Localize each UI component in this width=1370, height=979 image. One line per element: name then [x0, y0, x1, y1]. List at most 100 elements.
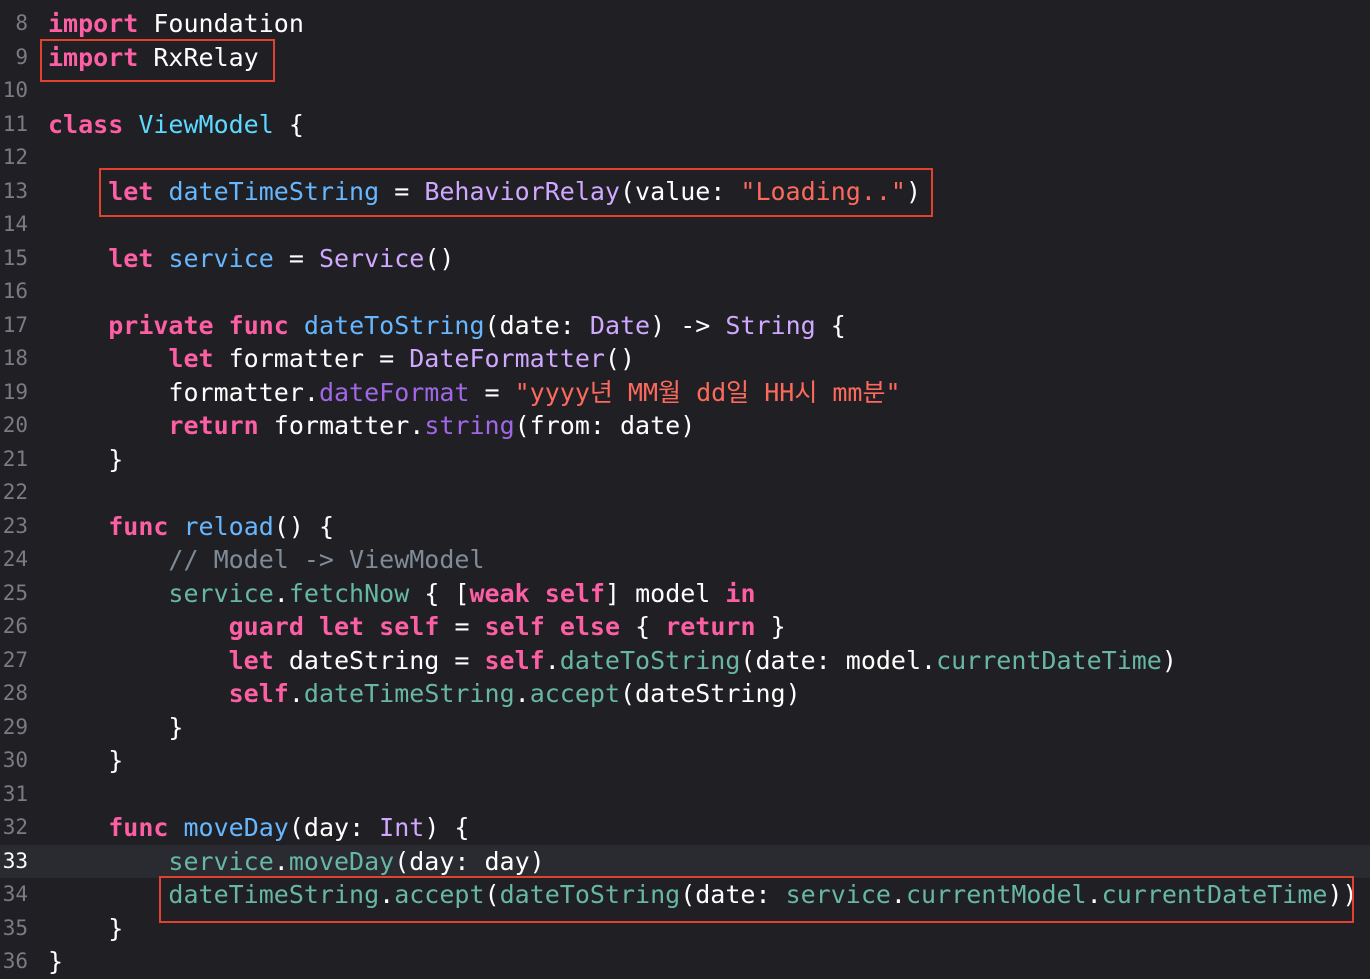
code-line-20[interactable]: 20 return formatter.string(from: date) [0, 409, 1370, 443]
code-text: private func dateToString(date: Date) ->… [48, 309, 846, 343]
code-line-14[interactable]: 14 [0, 208, 1370, 242]
line-number: 25 [2, 580, 28, 605]
line-number: 24 [2, 547, 28, 571]
code-line-22[interactable]: 22 [0, 476, 1370, 510]
code-line-13[interactable]: 13 let dateTimeString = BehaviorRelay(va… [0, 175, 1370, 209]
code-token: (from: date) [514, 411, 696, 440]
code-token: () [424, 243, 455, 273]
code-token: dateTimeString [303, 679, 515, 708]
code-line-10[interactable]: 10 [0, 74, 1370, 108]
code-line-21[interactable]: 21 } [0, 443, 1370, 477]
code-text: service.fetchNow { [weak self] model in [48, 577, 755, 611]
code-token: )) [1327, 880, 1358, 909]
code-token: (date: [484, 310, 590, 340]
code-token: (date: [680, 880, 786, 909]
code-line-16[interactable]: 16 [0, 275, 1370, 309]
code-line-19[interactable]: 19 formatter.dateFormat = "yyyy년 MM월 dd일… [0, 376, 1370, 410]
line-number: 11 [2, 111, 28, 136]
line-number: 36 [2, 949, 28, 973]
code-line-18[interactable]: 18 let formatter = DateFormatter() [0, 342, 1370, 376]
code-line-12[interactable]: 12 [0, 141, 1370, 175]
code-token: { [273, 109, 304, 139]
code-token: dateFormat [318, 377, 470, 407]
code-token: service [168, 243, 274, 273]
code-token: { [620, 612, 666, 641]
code-token: (date: model. [740, 645, 937, 675]
code-token: () { [273, 511, 335, 541]
code-line-15[interactable]: 15 let service = Service() [0, 242, 1370, 276]
code-token: accept [529, 679, 620, 708]
code-line-36[interactable]: 36} [0, 945, 1370, 979]
code-token: { [815, 310, 846, 340]
code-line-35[interactable]: 35 } [0, 912, 1370, 946]
code-line-17[interactable]: 17 private func dateToString(date: Date)… [0, 309, 1370, 343]
code-line-34[interactable]: 34 dateTimeString.accept(dateToString(da… [0, 878, 1370, 912]
code-token: ] model [604, 578, 726, 608]
code-token: . [544, 645, 560, 675]
code-line-27[interactable]: 27 let dateString = self.dateToString(da… [0, 644, 1370, 678]
code-text: formatter.dateFormat = "yyyy년 MM월 dd일 HH… [48, 376, 900, 410]
code-token: let [228, 645, 274, 675]
line-number: 32 [2, 815, 28, 839]
code-token: dateToString [303, 310, 485, 340]
code-token: BehaviorRelay [424, 176, 620, 206]
line-number: 10 [2, 78, 28, 102]
code-line-30[interactable]: 30 } [0, 744, 1370, 778]
code-token: else [559, 612, 621, 641]
code-line-23[interactable]: 23 func reload() { [0, 510, 1370, 544]
line-number: 12 [2, 145, 28, 169]
code-token: RxRelay [138, 42, 259, 72]
code-line-29[interactable]: 29 } [0, 711, 1370, 745]
code-token: moveDay [183, 813, 289, 842]
code-line-32[interactable]: 32 func moveDay(day: Int) { [0, 811, 1370, 845]
code-token: (value: [619, 176, 741, 206]
code-token: self [228, 679, 289, 708]
code-text: } [48, 744, 123, 778]
code-line-9[interactable]: 9 import RxRelay [0, 41, 1370, 75]
code-line-31[interactable]: 31 [0, 778, 1370, 812]
code-line-8[interactable]: 8 import Foundation [0, 7, 1370, 41]
code-token: . [273, 846, 289, 876]
code-token: func [108, 511, 169, 541]
code-token: Int [379, 813, 425, 842]
code-token: ) { [424, 813, 470, 842]
code-token: moveDay [288, 846, 395, 876]
code-token: } [48, 913, 124, 943]
code-token: self [484, 612, 545, 641]
code-line-25[interactable]: 25 service.fetchNow { [weak self] model … [0, 577, 1370, 611]
code-text: import RxRelay [48, 41, 259, 75]
code-token: (day: day) [394, 846, 545, 876]
code-token: ( [484, 880, 500, 909]
code-line-24[interactable]: 24 // Model -> ViewModel [0, 543, 1370, 577]
code-token: ) -> [650, 310, 726, 340]
code-line-11[interactable]: 11 class ViewModel { [0, 108, 1370, 142]
line-number: 34 [2, 882, 28, 906]
code-text: service.moveDay(day: day) [48, 845, 545, 879]
code-token: dateToString [499, 880, 681, 909]
code-token: func [228, 310, 289, 340]
code-token: currentModel [905, 880, 1087, 909]
code-token: ViewModel [138, 109, 274, 139]
code-text: let dateString = self.dateToString(date:… [48, 644, 1177, 678]
code-line-33[interactable]: 33 service.moveDay(day: day) [0, 844, 1370, 879]
code-line-26[interactable]: 26 guard let self = self else { return } [0, 610, 1370, 644]
code-token: formatter. [48, 377, 319, 407]
code-editor[interactable]: 8 import Foundation 9 import RxRelay 10 11 cla… [0, 0, 1370, 976]
line-number: 35 [2, 915, 28, 940]
code-line-28[interactable]: 28 self.dateTimeString.accept(dateString… [0, 677, 1370, 711]
code-token: Service [318, 243, 425, 273]
code-token: Date [589, 310, 651, 340]
code-token: class [48, 109, 124, 139]
code-text: let service = Service() [48, 242, 454, 276]
